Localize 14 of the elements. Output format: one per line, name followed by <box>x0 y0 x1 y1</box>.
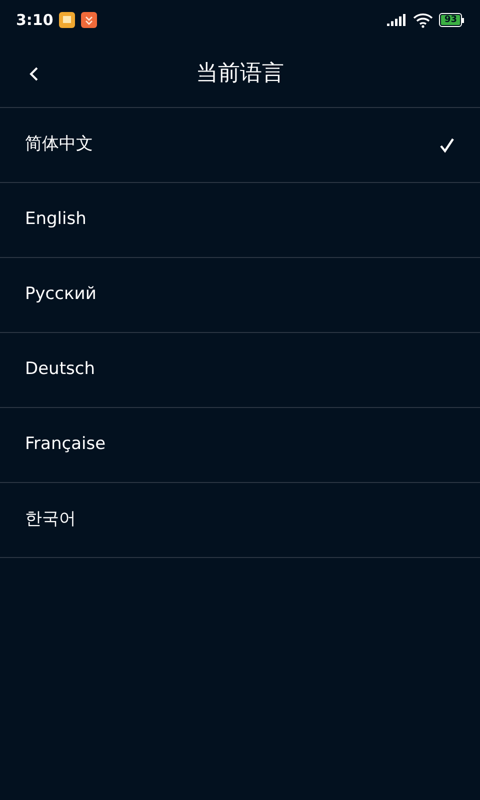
language-item[interactable]: 简体中文 <box>0 108 480 183</box>
notification-icon <box>59 12 76 28</box>
back-icon <box>29 67 39 81</box>
language-item[interactable]: English <box>0 183 480 258</box>
language-item[interactable]: 한국어 <box>0 483 480 558</box>
page-title: 当前语言 <box>196 60 284 88</box>
language-item[interactable]: Française <box>0 408 480 483</box>
wifi-icon <box>413 12 434 28</box>
status-time: 3:10 <box>16 10 54 31</box>
language-item[interactable]: Русский <box>0 258 480 333</box>
language-item[interactable]: Deutsch <box>0 333 480 408</box>
signal-icon <box>387 14 408 26</box>
battery-icon: 93 <box>439 13 464 27</box>
notification-icon <box>81 12 98 28</box>
